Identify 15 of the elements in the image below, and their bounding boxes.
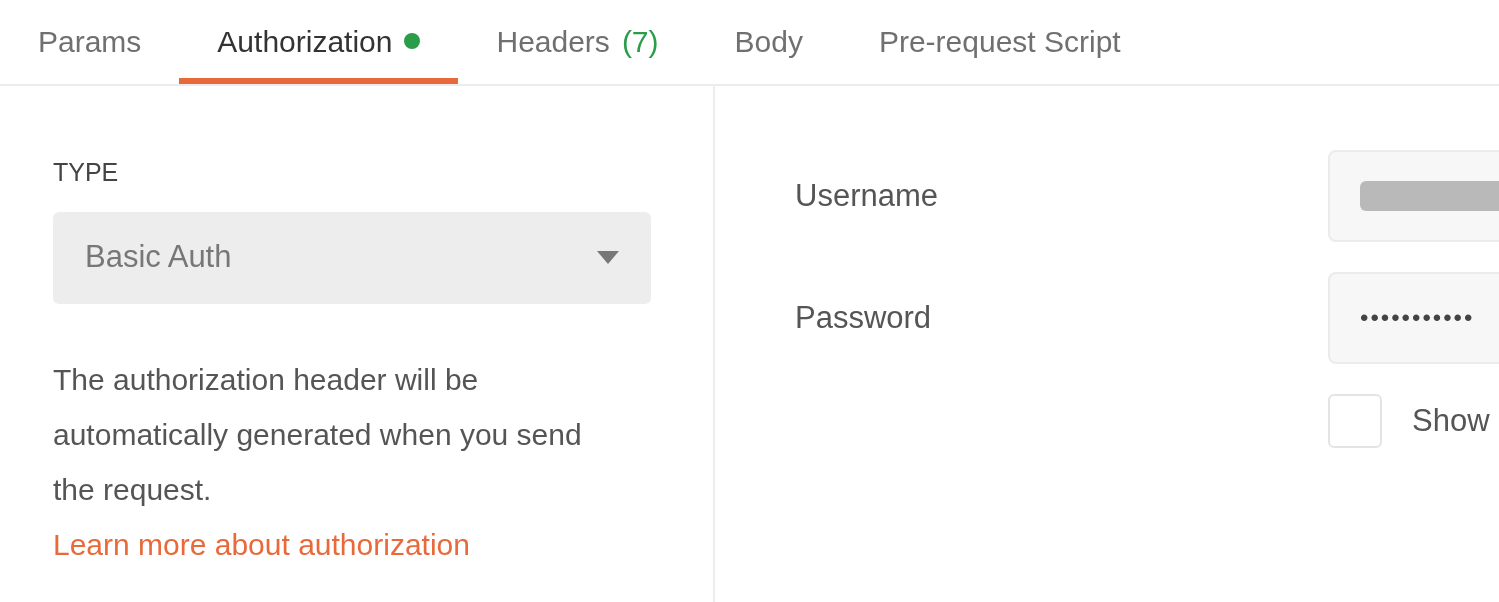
tab[interactable]: Headers (7) bbox=[458, 0, 697, 84]
tab[interactable]: Authorization bbox=[179, 0, 459, 84]
caret-icon bbox=[597, 251, 619, 264]
tab[interactable]: Params bbox=[0, 0, 180, 84]
field-label: Password bbox=[795, 298, 933, 337]
show-password-label: Show bbox=[1412, 401, 1490, 440]
tab[interactable]: Pre-request Script bbox=[840, 0, 1159, 84]
checkbox[interactable] bbox=[1328, 394, 1382, 448]
learn-more-link[interactable]: Learn more about authorization bbox=[53, 527, 470, 561]
field-label: Username bbox=[795, 176, 939, 215]
auth-description: The authorization header will be automatically generated when you send the request. Learn more about authorization bbox=[53, 361, 583, 563]
password-field[interactable]: ••••••••••• bbox=[1328, 272, 1499, 364]
type-label: TYPE bbox=[53, 157, 120, 188]
auth-type-dropdown[interactable]: Basic Auth bbox=[53, 211, 651, 304]
tab[interactable]: Body bbox=[696, 0, 841, 84]
